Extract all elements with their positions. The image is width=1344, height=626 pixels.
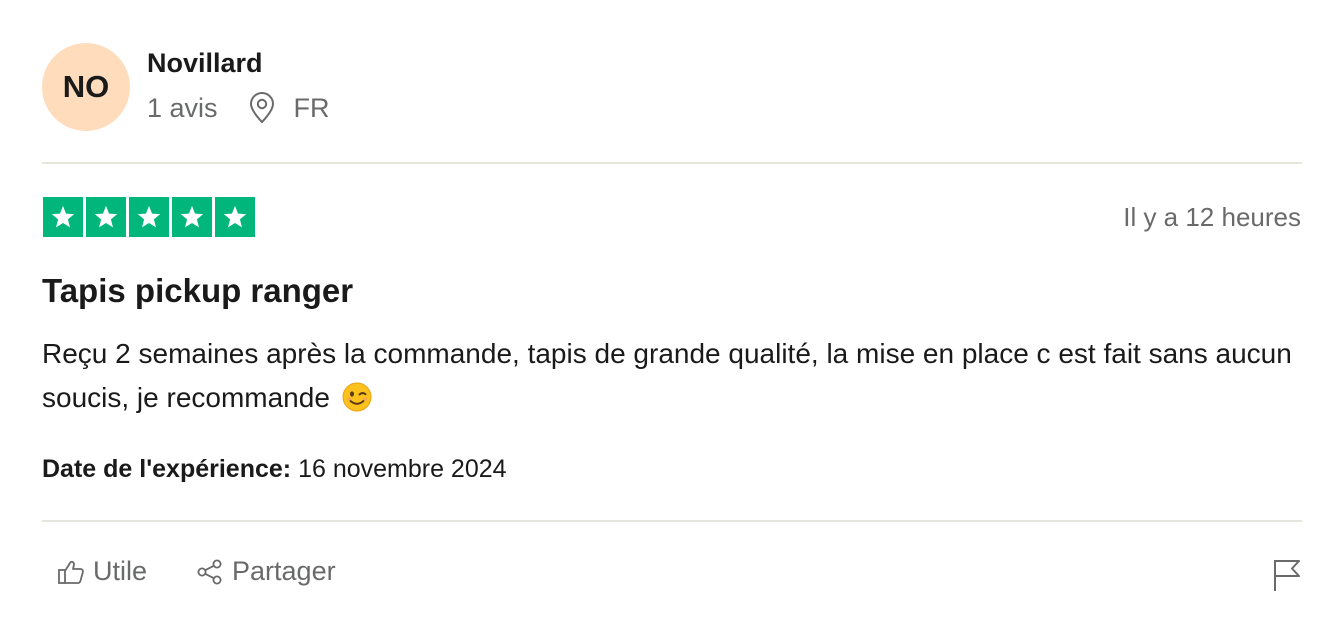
star-icon <box>172 197 212 237</box>
reviewer-meta: 1 avis FR <box>147 90 330 126</box>
share-button[interactable]: Partager <box>195 556 336 587</box>
map-pin-icon <box>248 92 276 124</box>
experience-label: Date de l'expérience: <box>42 455 292 483</box>
avatar[interactable]: NO <box>42 43 130 131</box>
review-text: Reçu 2 semaines après la commande, tapis… <box>42 338 1292 413</box>
review-count: 1 avis <box>147 92 218 123</box>
review-date: Il y a 12 heures <box>1123 202 1301 232</box>
reviewer-country: FR <box>293 92 330 123</box>
flag-icon[interactable] <box>1272 558 1302 592</box>
thumbs-up-icon <box>56 557 86 587</box>
divider <box>42 520 1302 522</box>
divider <box>42 162 1302 164</box>
share-icon <box>195 557 225 587</box>
share-label: Partager <box>232 556 336 586</box>
review-title[interactable]: Tapis pickup ranger <box>42 272 353 310</box>
star-icon <box>43 197 83 237</box>
useful-button[interactable]: Utile <box>56 556 147 587</box>
useful-label: Utile <box>93 556 148 586</box>
reviewer-name[interactable]: Novillard <box>147 48 263 79</box>
star-icon <box>215 197 255 237</box>
star-icon <box>129 197 169 237</box>
review-actions: Utile Partager <box>56 556 336 587</box>
experience-date: Date de l'expérience: 16 novembre 2024 <box>42 455 507 484</box>
star-icon <box>86 197 126 237</box>
star-rating <box>43 197 255 237</box>
experience-value: 16 novembre 2024 <box>298 455 507 483</box>
review-card: NO Novillard 1 avis FR Il y a 12 heures … <box>0 0 1344 626</box>
avatar-initials: NO <box>62 69 110 104</box>
review-body: Reçu 2 semaines après la commande, tapis… <box>42 332 1302 420</box>
winking-face-emoji <box>342 381 372 412</box>
